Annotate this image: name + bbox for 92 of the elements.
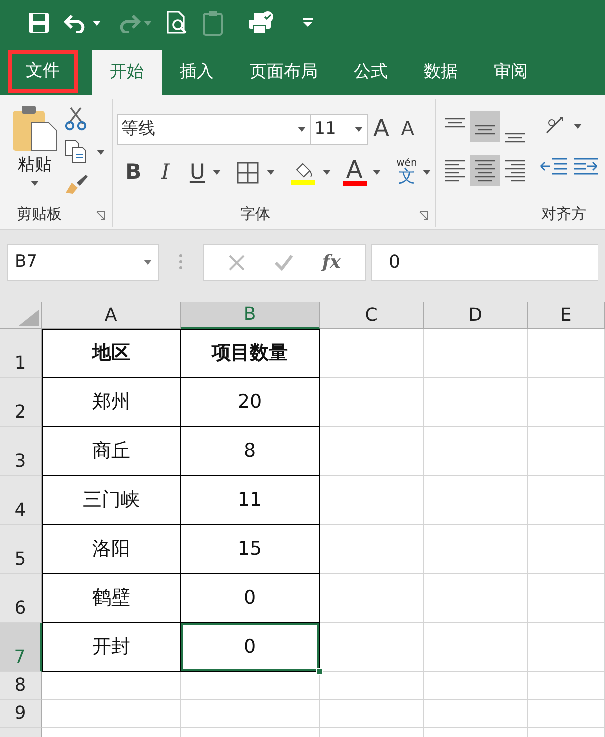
scissors-icon[interactable] [65, 107, 87, 131]
underline-button[interactable]: U [186, 157, 209, 188]
print-preview-icon [166, 11, 188, 35]
paste-button[interactable]: 粘贴 [12, 105, 58, 186]
caret-icon[interactable] [31, 180, 39, 186]
column-header[interactable]: A [42, 302, 181, 329]
brush-icon[interactable] [65, 173, 89, 195]
check-icon[interactable] [274, 254, 294, 272]
bold-button[interactable]: B [122, 157, 145, 188]
group-label: 字体 [240, 204, 271, 224]
fill-handle[interactable] [316, 668, 323, 675]
printer-icon [248, 11, 274, 35]
caret-icon[interactable] [144, 260, 152, 265]
caret-icon[interactable] [322, 170, 331, 176]
table-cell: 商丘 [42, 427, 181, 476]
toolbar-button[interactable] [166, 11, 188, 35]
table-cell: 8 [181, 427, 320, 476]
ribbon-tab[interactable]: 数据 [406, 50, 476, 95]
copy-button[interactable] [65, 140, 105, 164]
column-header[interactable]: B [181, 302, 320, 329]
row-header[interactable]: 7 [0, 623, 42, 672]
row-header[interactable]: 8 [0, 672, 42, 700]
row-header[interactable]: 3 [0, 427, 42, 476]
borders-icon [236, 162, 259, 184]
caret-icon[interactable] [354, 126, 363, 132]
table-cell: 地区 [42, 329, 181, 378]
caret-icon[interactable] [266, 170, 275, 176]
align-middle-icon [472, 124, 497, 134]
table-cell: 15 [181, 525, 320, 574]
customize-icon [302, 18, 314, 28]
group-label: 对齐方 [542, 204, 587, 224]
caret-icon[interactable] [372, 170, 381, 176]
font-color-button[interactable]: A [342, 159, 381, 186]
table-cell: 11 [181, 476, 320, 525]
grow-font-button[interactable]: A [374, 112, 390, 146]
toolbar-button[interactable] [64, 13, 101, 33]
group-label: 剪贴板 [17, 204, 62, 224]
dialog-launcher-icon[interactable] [418, 211, 429, 221]
insert-function-button[interactable]: fx [322, 249, 341, 276]
toolbar-button[interactable] [302, 18, 314, 28]
align-button[interactable] [470, 111, 500, 142]
table-cell: 项目数量 [181, 329, 320, 378]
row-header[interactable]: 9 [0, 700, 42, 728]
caret-icon[interactable] [423, 170, 432, 176]
caret-icon[interactable] [93, 20, 101, 26]
ribbon-tab[interactable]: 页面布局 [232, 50, 336, 95]
table-cell: 0 [181, 623, 320, 672]
paint-bucket-icon [290, 160, 315, 185]
row-header[interactable]: 4 [0, 476, 42, 525]
column-header[interactable]: E [528, 302, 605, 329]
italic-button[interactable]: I [152, 157, 179, 188]
ribbon-tab[interactable]: 插入 [162, 50, 232, 95]
formula-input[interactable]: 0 [371, 244, 598, 281]
grip-icon [179, 254, 183, 270]
shrink-font-button[interactable]: A [401, 115, 414, 144]
align-top-icon [442, 118, 467, 128]
ribbon-tab[interactable]: 审阅 [476, 50, 546, 95]
toolbar-button[interactable] [248, 11, 274, 35]
table-cell: 洛阳 [42, 525, 181, 574]
name-box[interactable]: B7 [7, 244, 159, 281]
align-bottom-icon [502, 132, 527, 142]
borders-button[interactable] [236, 162, 275, 184]
row-header[interactable]: 2 [0, 378, 42, 427]
ribbon-tab[interactable]: 文件 [8, 50, 78, 93]
fill-color-button[interactable] [290, 160, 331, 185]
row-header[interactable]: 5 [0, 525, 42, 574]
phonetic-guide-button[interactable]: wén 文 [396, 159, 432, 186]
caret-icon[interactable] [574, 124, 582, 129]
caret-icon[interactable] [298, 126, 306, 132]
table-cell: 0 [181, 574, 320, 623]
copy-icon [65, 140, 87, 164]
clipboard-icon [202, 10, 224, 36]
caret-icon[interactable] [212, 170, 221, 176]
dialog-launcher-icon[interactable] [96, 211, 106, 221]
ribbon-tab[interactable]: 公式 [336, 50, 406, 95]
font-size-field[interactable]: 11 [310, 114, 368, 145]
table-cell: 三门峡 [42, 476, 181, 525]
clipboard-paste-icon [12, 105, 58, 151]
table-cell: 20 [181, 378, 320, 427]
column-header[interactable]: C [320, 302, 424, 329]
table-cell: 郑州 [42, 378, 181, 427]
row-header[interactable]: 1 [0, 329, 42, 378]
align-button[interactable] [470, 155, 500, 186]
save-icon [28, 12, 50, 34]
row-header[interactable]: 6 [0, 574, 42, 623]
caret-icon[interactable] [97, 150, 105, 154]
ribbon-tab[interactable]: 开始 [92, 50, 162, 95]
toolbar-button[interactable] [28, 12, 50, 34]
font-name-field[interactable]: 等线 [116, 114, 311, 145]
column-header[interactable]: D [424, 302, 528, 329]
table-cell: 开封 [42, 623, 181, 672]
table-cell: 鹤壁 [42, 574, 181, 623]
